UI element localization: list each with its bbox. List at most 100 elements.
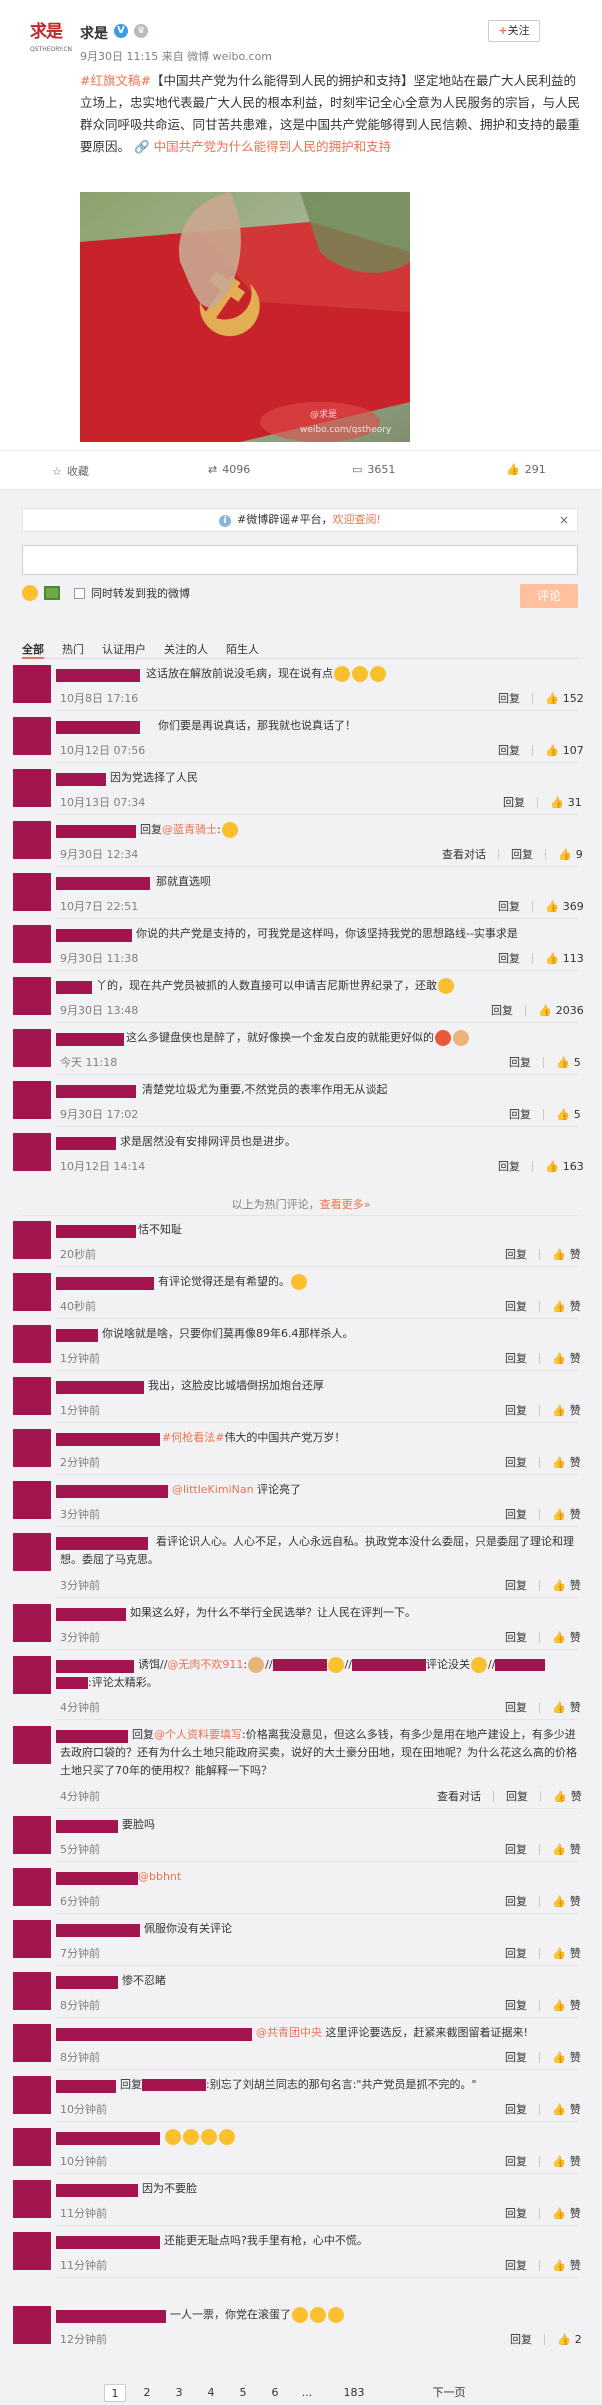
topic-tag[interactable]: #红旗文稿# (80, 73, 151, 88)
page-5[interactable]: 5 (232, 2384, 254, 2402)
reply-button[interactable]: 回复 (505, 1454, 527, 1470)
reply-button[interactable]: 回复 (510, 2331, 532, 2347)
redacted-username[interactable] (56, 669, 140, 682)
avatar[interactable] (13, 1273, 51, 1311)
redacted-username[interactable] (56, 1277, 154, 1290)
like-button[interactable]: 👍 赞 (552, 2153, 581, 2169)
reply-button[interactable]: 回复 (505, 2257, 527, 2273)
redacted-username[interactable] (56, 2236, 160, 2249)
like-button[interactable]: 👍 152 (545, 692, 584, 705)
like-button[interactable]: 👍 赞 (552, 1629, 581, 1645)
submit-comment-button[interactable]: 评论 (520, 584, 578, 608)
comment-input[interactable] (22, 545, 578, 575)
page-2[interactable]: 2 (136, 2384, 158, 2402)
redacted-username[interactable] (351, 1659, 426, 1671)
avatar[interactable] (13, 1325, 51, 1363)
link-icon[interactable]: 🔗 (134, 139, 150, 154)
view-more-link[interactable]: 查看更多» (320, 1198, 371, 1211)
redacted-username[interactable] (56, 1033, 124, 1046)
page-1[interactable]: 1 (104, 2384, 126, 2402)
redacted-username[interactable] (56, 1820, 118, 1833)
reply-button[interactable]: 回复 (505, 1841, 527, 1857)
redacted-username[interactable] (56, 1085, 136, 1098)
username[interactable]: 求是 (80, 23, 108, 43)
reply-button[interactable]: 回复 (509, 1106, 531, 1122)
redacted-username[interactable] (56, 2310, 166, 2323)
like-button[interactable]: 👍 赞 (552, 1350, 581, 1366)
avatar[interactable] (13, 717, 51, 755)
like-button[interactable]: 👍 赞 (552, 1298, 581, 1314)
avatar[interactable] (13, 1726, 51, 1764)
like-button[interactable]: 👍 赞 (552, 1699, 581, 1715)
avatar[interactable] (13, 977, 51, 1015)
repost-button[interactable]: ⇄ 4096 (208, 463, 250, 476)
like-button[interactable]: 👍 赞 (552, 2257, 581, 2273)
tab-strangers[interactable]: 陌生人 (226, 641, 259, 657)
redacted-username[interactable] (56, 1225, 136, 1238)
favorite-button[interactable]: ☆ 收藏 (52, 463, 89, 479)
like-button[interactable]: 👍 113 (545, 952, 584, 965)
redacted-username[interactable] (56, 1677, 88, 1689)
reply-button[interactable]: 回复 (498, 950, 520, 966)
avatar[interactable] (13, 1972, 51, 2010)
avatar[interactable] (13, 2076, 51, 2114)
redacted-username[interactable] (56, 1976, 118, 1989)
redacted-username[interactable] (56, 1485, 168, 1498)
redacted-username[interactable] (272, 1659, 327, 1671)
avatar[interactable] (13, 1816, 51, 1854)
like-button[interactable]: 👍 赞 (552, 1841, 581, 1857)
redacted-username[interactable] (56, 877, 150, 890)
avatar[interactable] (13, 1920, 51, 1958)
like-button[interactable]: 👍 赞 (552, 1893, 581, 1909)
reply-button[interactable]: 回复 (511, 846, 533, 862)
like-button[interactable]: 👍 赞 (552, 2049, 581, 2065)
reply-button[interactable]: 回复 (505, 1945, 527, 1961)
like-button[interactable]: 👍 107 (545, 744, 584, 757)
redacted-username[interactable] (56, 1872, 138, 1885)
redacted-username[interactable] (56, 1137, 116, 1150)
like-button[interactable]: 👍 5 (556, 1056, 581, 1069)
avatar[interactable] (13, 2232, 51, 2270)
reply-button[interactable]: 回复 (505, 1577, 527, 1593)
reply-button[interactable]: 回复 (498, 690, 520, 706)
redacted-username[interactable] (56, 1433, 160, 1446)
reply-button[interactable]: 回复 (505, 1893, 527, 1909)
redacted-username[interactable] (56, 929, 132, 942)
avatar[interactable] (13, 1081, 51, 1119)
like-button[interactable]: 👍 291 (506, 463, 546, 476)
tab-hot[interactable]: 热门 (62, 641, 84, 657)
tab-all[interactable]: 全部 (22, 641, 44, 657)
avatar[interactable] (13, 2024, 51, 2062)
redacted-username[interactable] (56, 1381, 144, 1394)
page-6[interactable]: 6 (264, 2384, 286, 2402)
avatar[interactable] (13, 1377, 51, 1415)
page-3[interactable]: 3 (168, 2384, 190, 2402)
comment-button[interactable]: ▭ 3651 (352, 463, 395, 476)
avatar[interactable] (13, 665, 51, 703)
mention-link[interactable]: @蓝青骑士 (162, 823, 217, 836)
mention-link[interactable]: @无肉不欢911 (167, 1658, 243, 1671)
redacted-username[interactable] (56, 2132, 160, 2145)
reply-button[interactable]: 回复 (505, 2153, 527, 2169)
like-button[interactable]: 👍 赞 (552, 1997, 581, 2013)
redacted-username[interactable] (56, 721, 140, 734)
avatar[interactable] (13, 1029, 51, 1067)
like-button[interactable]: 👍 9 (558, 848, 583, 861)
reply-button[interactable]: 回复 (503, 794, 525, 810)
avatar[interactable] (13, 821, 51, 859)
like-button[interactable]: 👍 赞 (553, 1788, 582, 1804)
like-button[interactable]: 👍 2036 (538, 1004, 584, 1017)
redacted-username[interactable] (56, 2184, 138, 2197)
redacted-username[interactable] (56, 1924, 140, 1937)
emoji-icon[interactable] (22, 585, 38, 601)
avatar[interactable] (13, 1133, 51, 1171)
like-button[interactable]: 👍 2 (557, 2333, 582, 2346)
reply-button[interactable]: 回复 (498, 898, 520, 914)
redacted-username[interactable] (56, 1329, 98, 1342)
redacted-username[interactable] (56, 981, 92, 994)
like-button[interactable]: 👍 赞 (552, 1246, 581, 1262)
like-button[interactable]: 👍 赞 (552, 1577, 581, 1593)
like-button[interactable]: 👍 赞 (552, 1945, 581, 1961)
view-conversation-link[interactable]: 查看对话 (437, 1788, 481, 1804)
reply-button[interactable]: 回复 (498, 1158, 520, 1174)
